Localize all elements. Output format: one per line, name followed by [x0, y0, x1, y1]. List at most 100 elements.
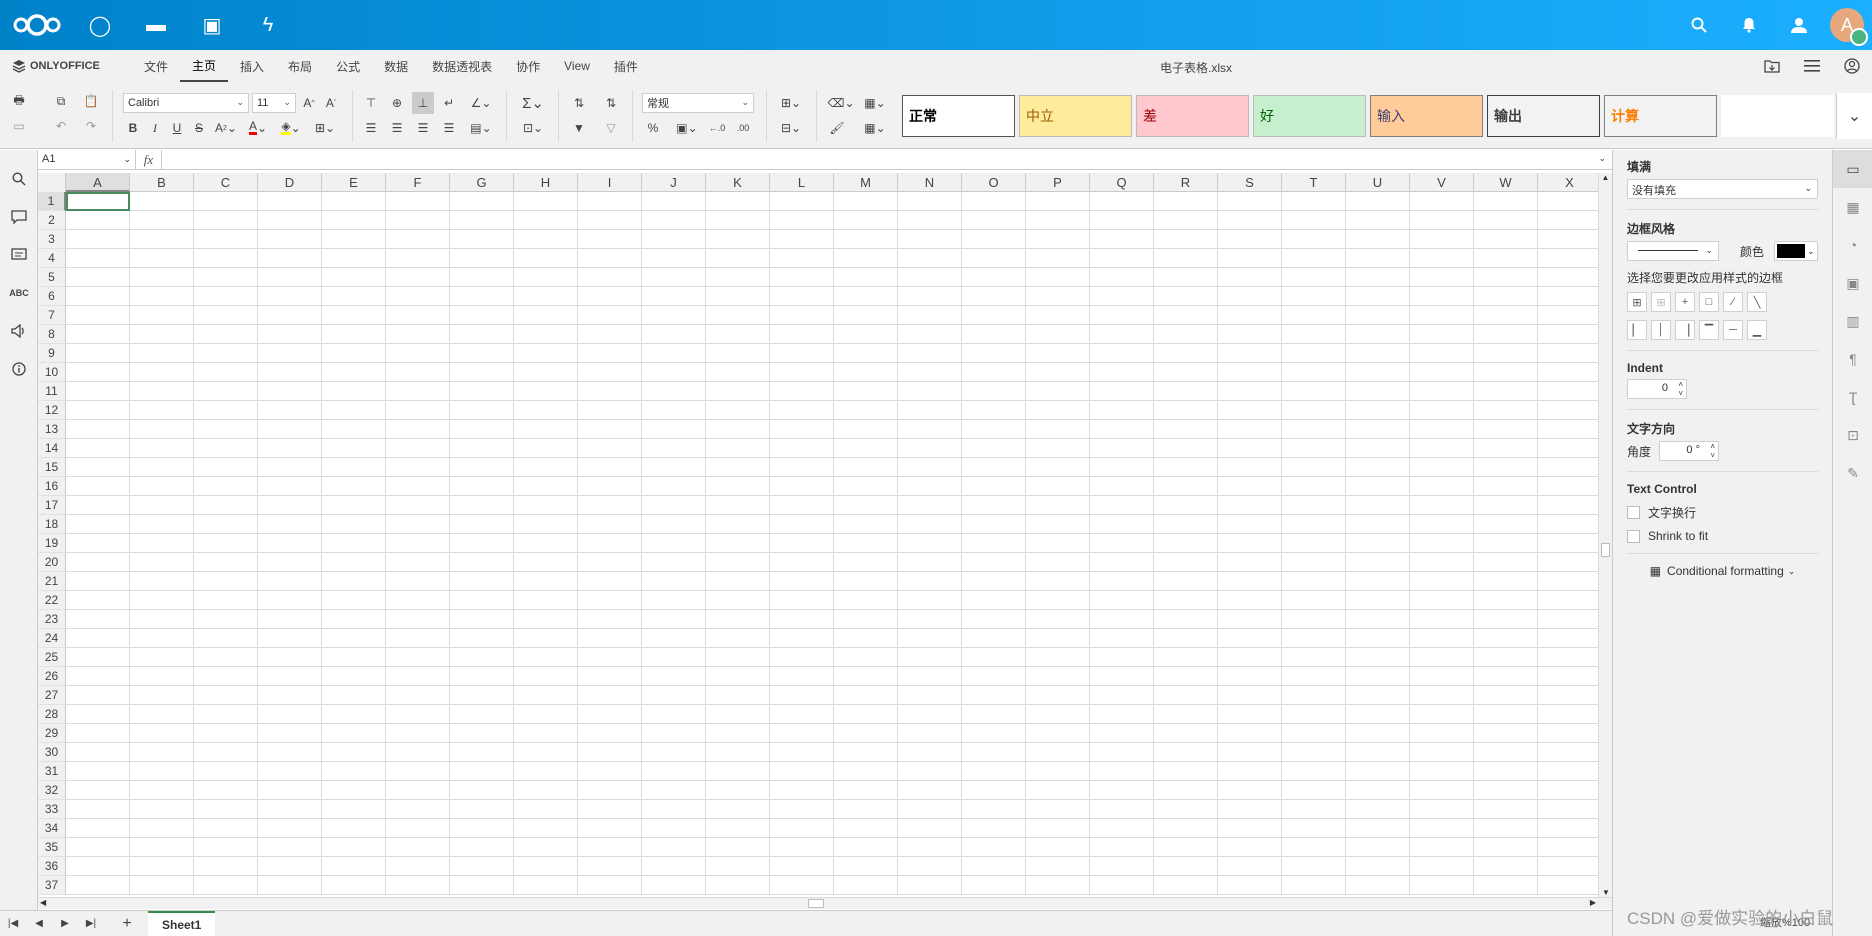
grid-cell[interactable]: [1538, 705, 1598, 724]
grid-cell[interactable]: [1410, 344, 1474, 363]
grid-cell[interactable]: [194, 724, 258, 743]
grid-cell[interactable]: [514, 401, 578, 420]
grid-cell[interactable]: [1218, 192, 1282, 211]
grid-cell[interactable]: [1218, 268, 1282, 287]
grid-cell[interactable]: [1282, 287, 1346, 306]
grid-cell[interactable]: [322, 363, 386, 382]
grid-cell[interactable]: [386, 325, 450, 344]
grid-cell[interactable]: [258, 667, 322, 686]
grid-cell[interactable]: [1090, 477, 1154, 496]
row-header[interactable]: 27: [38, 686, 66, 705]
grid-cell[interactable]: [514, 686, 578, 705]
grid-cell[interactable]: [194, 534, 258, 553]
grid-cell[interactable]: [1026, 781, 1090, 800]
sort-ascending-icon[interactable]: ⇅: [568, 92, 590, 114]
grid-cell[interactable]: [578, 192, 642, 211]
grid-cell[interactable]: [66, 876, 130, 895]
grid-cell[interactable]: [1026, 705, 1090, 724]
grid-cell[interactable]: [706, 648, 770, 667]
grid-cell[interactable]: [1410, 876, 1474, 895]
styles-expand-chevron-icon[interactable]: ⌄: [1836, 93, 1872, 139]
grid-cell[interactable]: [1154, 325, 1218, 344]
row-header[interactable]: 7: [38, 306, 66, 325]
all-borders-icon[interactable]: ⊞: [1627, 292, 1647, 312]
grid-cell[interactable]: [322, 819, 386, 838]
grid-cell[interactable]: [898, 211, 962, 230]
grid-cell[interactable]: [962, 325, 1026, 344]
grid-cell[interactable]: [1346, 743, 1410, 762]
grid-cell[interactable]: [706, 268, 770, 287]
grid-cell[interactable]: [1218, 363, 1282, 382]
grid-cell[interactable]: [834, 477, 898, 496]
grid-cell[interactable]: [770, 477, 834, 496]
grid-cell[interactable]: [1026, 325, 1090, 344]
grid-cell[interactable]: [642, 363, 706, 382]
grid-cell[interactable]: [962, 648, 1026, 667]
grid-cell[interactable]: [706, 876, 770, 895]
grid-cell[interactable]: [322, 268, 386, 287]
grid-cell[interactable]: [770, 458, 834, 477]
grid-cell[interactable]: [706, 591, 770, 610]
grid-cell[interactable]: [194, 382, 258, 401]
grid-cell[interactable]: [1026, 743, 1090, 762]
scroll-left-icon[interactable]: ◀: [40, 898, 46, 907]
grid-cell[interactable]: [706, 211, 770, 230]
grid-cell[interactable]: [386, 819, 450, 838]
grid-cell[interactable]: [706, 230, 770, 249]
grid-cell[interactable]: [770, 230, 834, 249]
grid-cell[interactable]: [770, 838, 834, 857]
grid-cell[interactable]: [1346, 401, 1410, 420]
grid-cell[interactable]: [1410, 819, 1474, 838]
grid-cell[interactable]: [962, 230, 1026, 249]
grid-cell[interactable]: [642, 800, 706, 819]
grid-cell[interactable]: [578, 610, 642, 629]
grid-cell[interactable]: [706, 401, 770, 420]
grid-cell[interactable]: [1218, 249, 1282, 268]
grid-cell[interactable]: [1410, 515, 1474, 534]
grid-cell[interactable]: [642, 230, 706, 249]
grid-cell[interactable]: [578, 724, 642, 743]
grid-cell[interactable]: [1538, 686, 1598, 705]
grid-cell[interactable]: [450, 705, 514, 724]
grid-cell[interactable]: [194, 838, 258, 857]
grid-cell[interactable]: [1474, 838, 1538, 857]
grid-cell[interactable]: [194, 515, 258, 534]
grid-cell[interactable]: [1346, 705, 1410, 724]
grid-cell[interactable]: [258, 211, 322, 230]
grid-cell[interactable]: [642, 287, 706, 306]
grid-cell[interactable]: [514, 230, 578, 249]
grid-cell[interactable]: [1346, 610, 1410, 629]
grid-cell[interactable]: [386, 268, 450, 287]
grid-cell[interactable]: [770, 344, 834, 363]
grid-cell[interactable]: [642, 838, 706, 857]
grid-cell[interactable]: [450, 610, 514, 629]
grid-cell[interactable]: [1410, 838, 1474, 857]
grid-cell[interactable]: [706, 534, 770, 553]
grid-cell[interactable]: [1218, 344, 1282, 363]
grid-cell[interactable]: [1410, 211, 1474, 230]
grid-cell[interactable]: [194, 458, 258, 477]
grid-cell[interactable]: [322, 572, 386, 591]
grid-cell[interactable]: [962, 287, 1026, 306]
cell-style-1[interactable]: 中立: [1019, 95, 1132, 137]
grid-cell[interactable]: [1154, 477, 1218, 496]
grid-cell[interactable]: [578, 211, 642, 230]
grid-cell[interactable]: [1346, 230, 1410, 249]
grid-cell[interactable]: [322, 781, 386, 800]
grid-cell[interactable]: [642, 686, 706, 705]
grid-cell[interactable]: [194, 268, 258, 287]
scroll-down-icon[interactable]: ▼: [1599, 888, 1613, 897]
grid-cell[interactable]: [706, 192, 770, 211]
grid-cell[interactable]: [1026, 819, 1090, 838]
grid-cell[interactable]: [1026, 249, 1090, 268]
grid-cell[interactable]: [130, 743, 194, 762]
cell-style-5[interactable]: 输出: [1487, 95, 1600, 137]
wrap-text-icon[interactable]: ↵: [438, 92, 460, 114]
grid-cell[interactable]: [770, 496, 834, 515]
grid-cell[interactable]: [834, 287, 898, 306]
column-header[interactable]: W: [1474, 173, 1538, 192]
grid-cell[interactable]: [1090, 629, 1154, 648]
grid-cell[interactable]: [578, 249, 642, 268]
grid-cell[interactable]: [578, 819, 642, 838]
grid-cell[interactable]: [578, 762, 642, 781]
